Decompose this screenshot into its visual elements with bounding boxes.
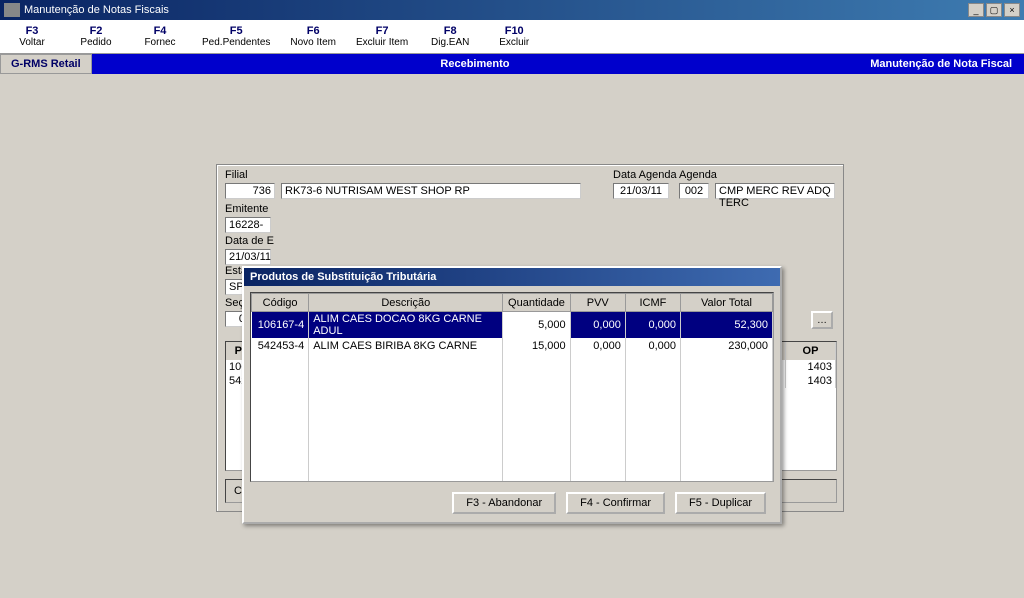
- data-e[interactable]: 21/03/11: [225, 249, 271, 265]
- browse-button[interactable]: …: [811, 311, 833, 329]
- dialog-buttons: F3 - Abandonar F4 - Confirmar F5 - Dupli…: [244, 488, 780, 518]
- dialog-grid[interactable]: Código Descrição Quantidade PVV ICMF Val…: [250, 292, 774, 482]
- col-codigo: Código: [252, 294, 309, 312]
- table-row: [252, 354, 773, 370]
- app-name: G-RMS Retail: [0, 54, 92, 74]
- table-row: [252, 450, 773, 466]
- quantidade-input[interactable]: 5,000: [503, 312, 570, 339]
- table-row: [252, 418, 773, 434]
- agenda-label: Agenda: [679, 169, 717, 181]
- substituicao-tributaria-dialog: Produtos de Substituição Tributária Códi…: [242, 266, 782, 524]
- section-title: Recebimento: [92, 58, 859, 70]
- duplicar-button[interactable]: F5 - Duplicar: [675, 492, 766, 514]
- dialog-title: Produtos de Substituição Tributária: [244, 268, 780, 286]
- window-title: Manutenção de Notas Fiscais: [24, 4, 968, 16]
- data-e-label: Data de E: [225, 235, 274, 247]
- abandonar-button[interactable]: F3 - Abandonar: [452, 492, 556, 514]
- workspace: Filial 736 RK73-6 NUTRISAM WEST SHOP RP …: [0, 74, 1024, 598]
- table-row: [252, 370, 773, 386]
- agenda-desc[interactable]: CMP MERC REV ADQ TERC: [715, 183, 835, 199]
- data-agenda-label: Data Agenda: [613, 169, 677, 181]
- filial-label: Filial: [225, 169, 248, 181]
- table-row[interactable]: 542453-4 ALIM CAES BIRIBA 8KG CARNE 15,0…: [252, 338, 773, 354]
- table-row: [252, 386, 773, 402]
- col-op: OP: [786, 342, 836, 360]
- screen-title: Manutenção de Nota Fiscal: [858, 58, 1024, 70]
- confirmar-button[interactable]: F4 - Confirmar: [566, 492, 665, 514]
- window-controls: _ ▢ ×: [968, 3, 1020, 17]
- table-row: [252, 434, 773, 450]
- fkey-voltar[interactable]: F3 Voltar: [0, 20, 64, 53]
- app-icon: [4, 3, 20, 17]
- filial-desc[interactable]: RK73-6 NUTRISAM WEST SHOP RP: [281, 183, 581, 199]
- minimize-button[interactable]: _: [968, 3, 984, 17]
- fkey-dig-ean[interactable]: F8 Dig.EAN: [418, 20, 482, 53]
- close-button[interactable]: ×: [1004, 3, 1020, 17]
- table-row: [252, 466, 773, 482]
- title-bar: Manutenção de Notas Fiscais _ ▢ ×: [0, 0, 1024, 20]
- maximize-button[interactable]: ▢: [986, 3, 1002, 17]
- section-bar: G-RMS Retail Recebimento Manutenção de N…: [0, 54, 1024, 74]
- col-descricao: Descrição: [309, 294, 503, 312]
- fkey-excluir[interactable]: F10 Excluir: [482, 20, 546, 53]
- filial-code[interactable]: 736: [225, 183, 275, 199]
- table-row: [252, 402, 773, 418]
- emitente-label: Emitente: [225, 203, 268, 215]
- data-agenda[interactable]: 21/03/11: [613, 183, 669, 199]
- fkey-ped-pendentes[interactable]: F5 Ped.Pendentes: [192, 20, 280, 53]
- fkey-novo-item[interactable]: F6 Novo Item: [280, 20, 346, 53]
- agenda-code[interactable]: 002: [679, 183, 709, 199]
- fkey-toolbar: F3 Voltar F2 Pedido F4 Fornec F5 Ped.Pen…: [0, 20, 1024, 54]
- emitente-code[interactable]: 16228-: [225, 217, 271, 233]
- fkey-excluir-item[interactable]: F7 Excluir Item: [346, 20, 418, 53]
- col-icmf: ICMF: [625, 294, 680, 312]
- col-pvv: PVV: [570, 294, 625, 312]
- fkey-fornec[interactable]: F4 Fornec: [128, 20, 192, 53]
- col-valor-total: Valor Total: [681, 294, 773, 312]
- table-row[interactable]: 106167-4 ALIM CAES DOCAO 8KG CARNE ADUL …: [252, 312, 773, 339]
- fkey-pedido[interactable]: F2 Pedido: [64, 20, 128, 53]
- col-quantidade: Quantidade: [503, 294, 570, 312]
